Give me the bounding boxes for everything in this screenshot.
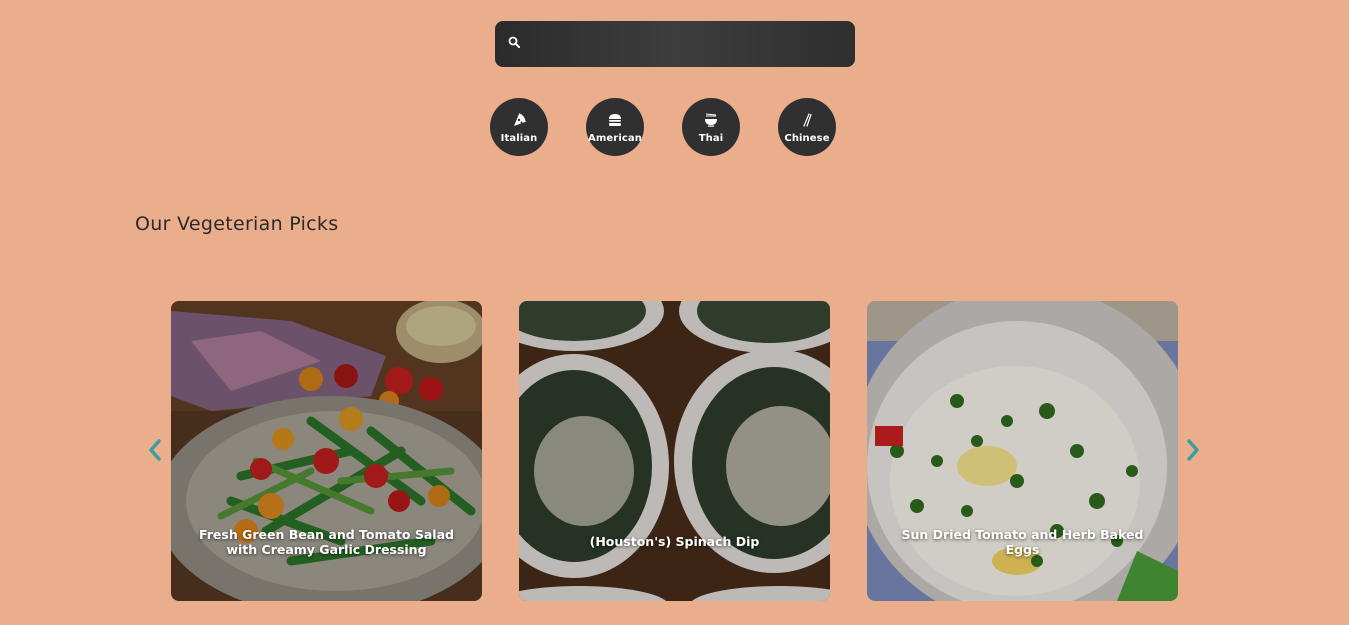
recipe-title: (Houston's) Spinach Dip	[589, 534, 760, 549]
recipe-card[interactable]: Fresh Green Bean and Tomato Salad with C…	[171, 301, 482, 601]
category-label: American	[588, 132, 642, 144]
chopsticks-icon	[799, 111, 815, 132]
category-label: Italian	[500, 132, 538, 144]
recipe-title: Fresh Green Bean and Tomato Salad with C…	[199, 526, 454, 557]
chevron-right-icon[interactable]	[1185, 438, 1201, 467]
category-list: Italian American Thai Chinese	[490, 98, 836, 156]
search-icon[interactable]	[508, 35, 520, 53]
category-italian-button[interactable]: Italian	[490, 98, 548, 156]
chevron-left-icon[interactable]	[147, 438, 163, 467]
category-label: Thai	[698, 132, 724, 144]
recipe-card[interactable]: (Houston's) Spinach Dip	[519, 301, 830, 601]
search-input[interactable]	[520, 21, 855, 67]
recipe-card[interactable]: Sun Dried Tomato and Herb Baked Eggs	[867, 301, 1178, 601]
category-chinese-button[interactable]: Chinese	[778, 98, 836, 156]
noodle-bowl-icon	[703, 111, 719, 132]
search-bar[interactable]	[495, 21, 855, 67]
burger-icon	[607, 111, 623, 132]
category-american-button[interactable]: American	[586, 98, 644, 156]
category-thai-button[interactable]: Thai	[682, 98, 740, 156]
recipe-title: Sun Dried Tomato and Herb Baked Eggs	[901, 526, 1144, 557]
category-label: Chinese	[784, 132, 830, 144]
pizza-icon	[511, 111, 527, 132]
carousel-prev-button[interactable]	[143, 437, 167, 467]
section-title: Our Vegeterian Picks	[135, 213, 339, 235]
carousel-next-button[interactable]	[1181, 437, 1205, 467]
